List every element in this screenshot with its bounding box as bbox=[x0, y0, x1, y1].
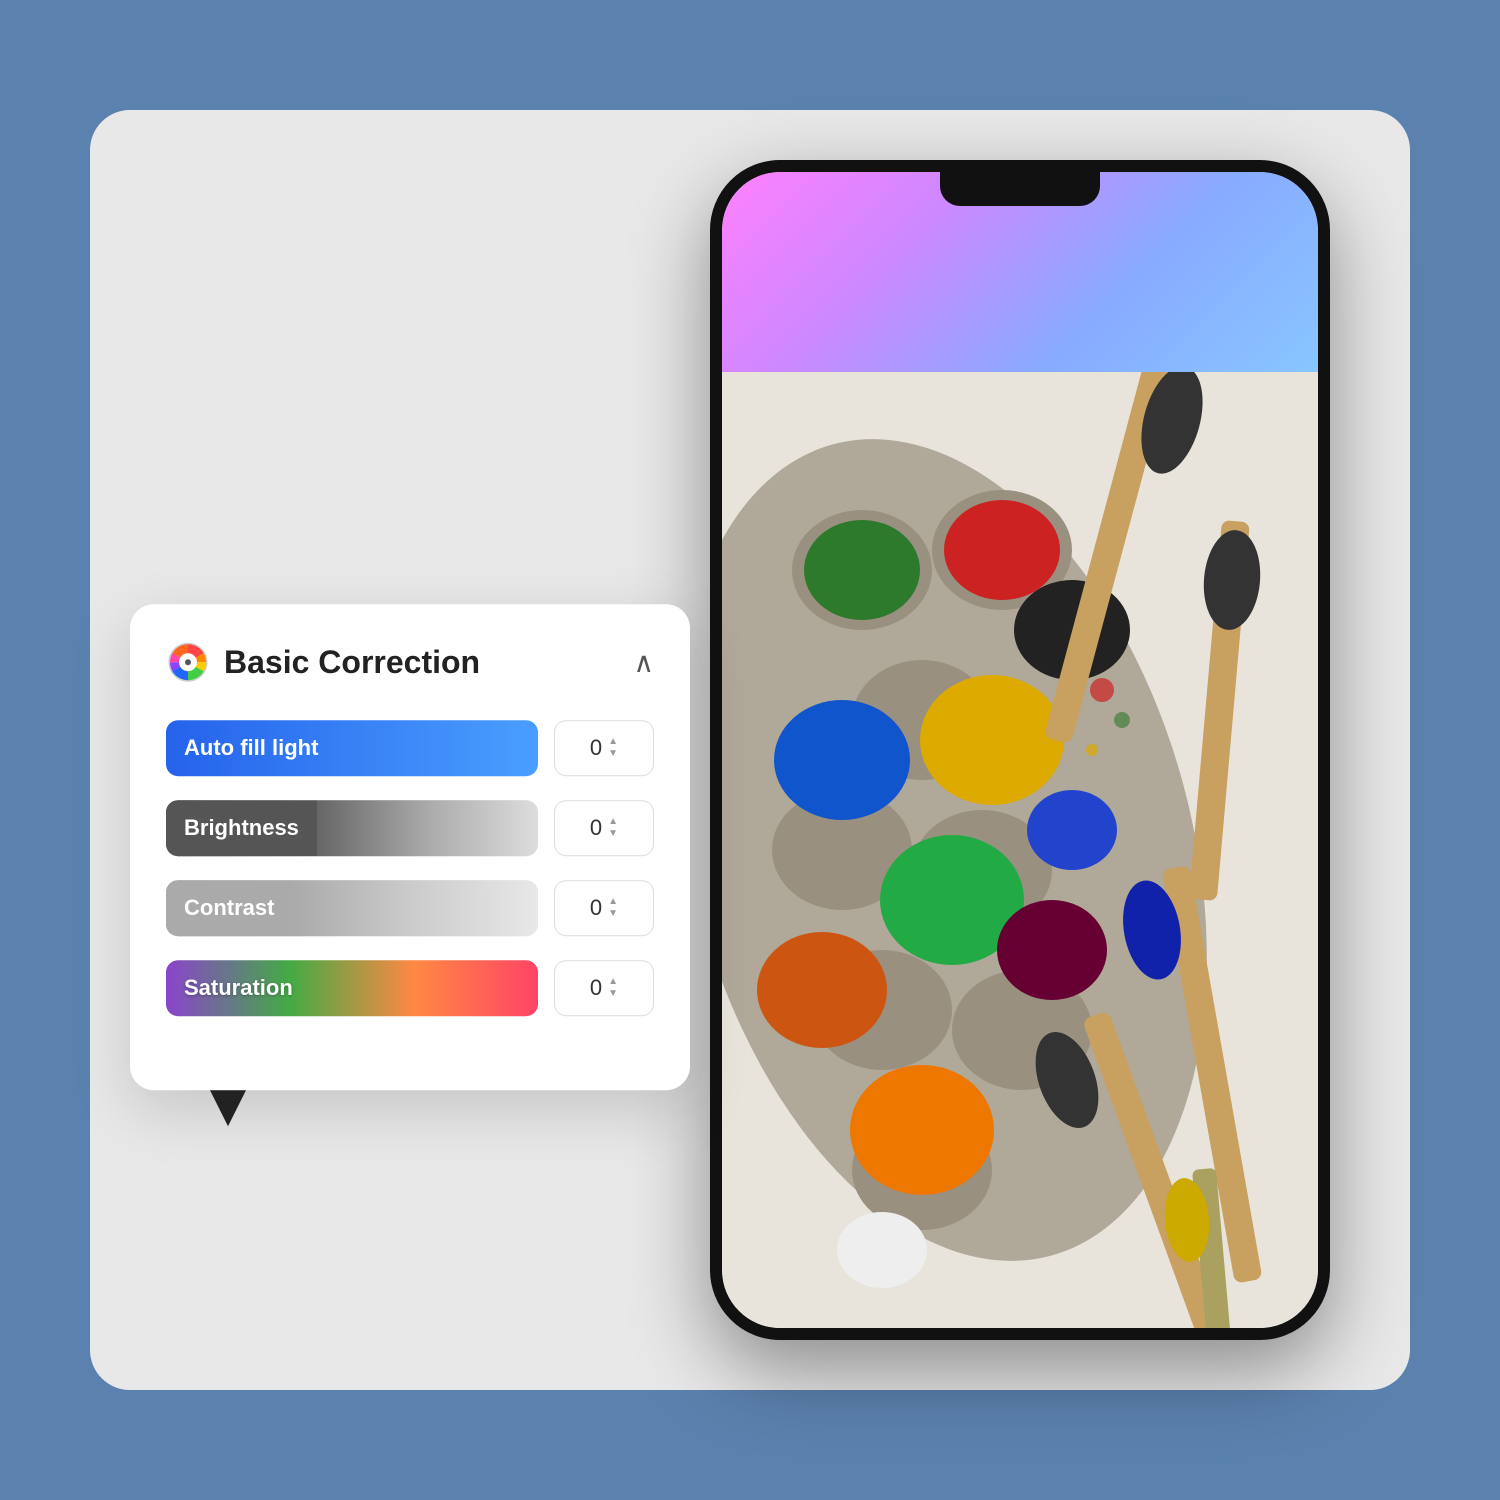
brightness-gradient bbox=[317, 800, 538, 856]
contrast-input[interactable]: 0 ▲ ▼ bbox=[554, 880, 654, 936]
main-card: Basic Correction ∧ Auto fill light 0 ▲ ▼… bbox=[90, 110, 1410, 1390]
saturation-row: Saturation 0 ▲ ▼ bbox=[166, 960, 654, 1016]
saturation-label: Saturation bbox=[184, 975, 293, 1001]
decrement-arrow[interactable]: ▼ bbox=[608, 749, 618, 759]
panel-title-group: Basic Correction bbox=[166, 640, 480, 684]
phone-mockup bbox=[710, 160, 1330, 1340]
decrement-arrow[interactable]: ▼ bbox=[608, 989, 618, 999]
auto-fill-light-value: 0 bbox=[590, 735, 602, 761]
brightness-input[interactable]: 0 ▲ ▼ bbox=[554, 800, 654, 856]
panel-cursor bbox=[210, 1090, 246, 1126]
contrast-label: Contrast bbox=[184, 895, 274, 921]
increment-arrow[interactable]: ▲ bbox=[608, 897, 618, 907]
saturation-value: 0 bbox=[590, 975, 602, 1001]
phone-screen bbox=[722, 172, 1318, 1328]
decrement-arrow[interactable]: ▼ bbox=[608, 909, 618, 919]
auto-fill-light-row: Auto fill light 0 ▲ ▼ bbox=[166, 720, 654, 776]
panel-title: Basic Correction bbox=[224, 644, 480, 681]
contrast-row: Contrast 0 ▲ ▼ bbox=[166, 880, 654, 936]
increment-arrow[interactable]: ▲ bbox=[608, 977, 618, 987]
phone-notch bbox=[940, 172, 1100, 206]
increment-arrow[interactable]: ▲ bbox=[608, 737, 618, 747]
contrast-value: 0 bbox=[590, 895, 602, 921]
increment-arrow[interactable]: ▲ bbox=[608, 817, 618, 827]
contrast-stepper[interactable]: ▲ ▼ bbox=[608, 897, 618, 919]
contrast-gradient bbox=[292, 880, 538, 936]
auto-fill-light-slider[interactable]: Auto fill light bbox=[166, 720, 538, 776]
contrast-slider[interactable]: Contrast bbox=[166, 880, 538, 936]
brightness-row: Brightness 0 ▲ ▼ bbox=[166, 800, 654, 856]
decrement-arrow[interactable]: ▼ bbox=[608, 829, 618, 839]
brightness-label-section: Brightness bbox=[166, 800, 317, 856]
contrast-label-section: Contrast bbox=[166, 880, 292, 936]
panel-header: Basic Correction ∧ bbox=[166, 640, 654, 684]
brightness-stepper[interactable]: ▲ ▼ bbox=[608, 817, 618, 839]
collapse-button[interactable]: ∧ bbox=[634, 646, 655, 679]
correction-panel: Basic Correction ∧ Auto fill light 0 ▲ ▼… bbox=[130, 604, 690, 1090]
saturation-input[interactable]: 0 ▲ ▼ bbox=[554, 960, 654, 1016]
brightness-value: 0 bbox=[590, 815, 602, 841]
phone-image-area bbox=[722, 372, 1318, 1328]
color-wheel-icon bbox=[166, 640, 210, 684]
saturation-stepper[interactable]: ▲ ▼ bbox=[608, 977, 618, 999]
auto-fill-light-stepper[interactable]: ▲ ▼ bbox=[608, 737, 618, 759]
saturation-slider[interactable]: Saturation bbox=[166, 960, 538, 1016]
brightness-label: Brightness bbox=[184, 815, 299, 841]
auto-fill-light-label: Auto fill light bbox=[184, 735, 318, 761]
auto-fill-light-input[interactable]: 0 ▲ ▼ bbox=[554, 720, 654, 776]
brightness-slider[interactable]: Brightness bbox=[166, 800, 538, 856]
